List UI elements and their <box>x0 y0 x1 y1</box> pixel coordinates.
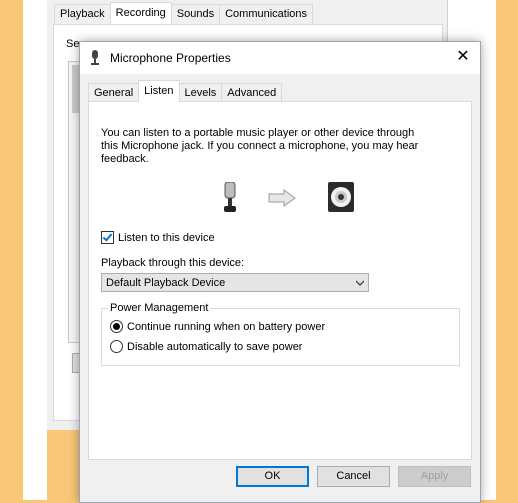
dialog-tab-strip: General Listen Levels Advanced <box>88 80 283 102</box>
radio-disable-label: Disable automatically to save power <box>127 340 303 353</box>
dialog-title: Microphone Properties <box>110 51 231 65</box>
listen-checkbox[interactable] <box>101 231 114 244</box>
radio-continue-label: Continue running when on battery power <box>127 320 326 333</box>
cancel-button[interactable]: Cancel <box>317 466 390 487</box>
title-bar[interactable]: Microphone Properties ✕ <box>80 42 480 74</box>
description-line-3: feedback. <box>101 153 149 165</box>
playback-device-value: Default Playback Device <box>106 277 226 289</box>
radio-disable-row[interactable]: Disable automatically to save power <box>110 340 302 353</box>
speaker-icon <box>328 182 354 212</box>
arrow-right-icon <box>268 189 296 207</box>
microphone-icon <box>224 182 236 212</box>
tab-sounds[interactable]: Sounds <box>170 4 221 24</box>
tab-communications[interactable]: Communications <box>219 4 314 24</box>
tab-listen[interactable]: Listen <box>138 80 180 102</box>
listen-checkbox-label: Listen to this device <box>118 231 215 244</box>
listen-description: You can listen to a portable music playe… <box>101 127 451 166</box>
radio-continue-running[interactable] <box>110 320 123 333</box>
left-white-stripe <box>23 0 47 500</box>
tab-general[interactable]: General <box>88 83 140 102</box>
microphone-icon <box>91 50 99 65</box>
radio-disable-automatically[interactable] <box>110 340 123 353</box>
listen-checkbox-row[interactable]: Listen to this device <box>101 231 215 244</box>
chevron-down-icon <box>356 280 364 286</box>
microphone-properties-dialog: Microphone Properties ✕ General Listen L… <box>79 41 481 503</box>
description-line-2: this Microphone jack. If you connect a m… <box>101 140 419 152</box>
listen-panel: You can listen to a portable music playe… <box>88 101 472 460</box>
tab-advanced[interactable]: Advanced <box>221 83 283 102</box>
radio-continue-row[interactable]: Continue running when on battery power <box>110 320 325 333</box>
tab-playback[interactable]: Playback <box>54 4 111 24</box>
playback-label: Playback through this device: <box>101 257 245 269</box>
power-management-group: Power Management Continue running when o… <box>101 302 460 366</box>
tab-levels[interactable]: Levels <box>178 83 223 102</box>
description-line-1: You can listen to a portable music playe… <box>101 127 415 139</box>
tab-recording[interactable]: Recording <box>109 2 172 24</box>
apply-button[interactable]: Apply <box>398 466 471 487</box>
power-group-title: Power Management <box>108 302 211 314</box>
playback-device-select[interactable]: Default Playback Device <box>101 273 369 292</box>
sound-tab-strip: Playback Recording Sounds Communications <box>54 2 314 24</box>
close-button[interactable]: ✕ <box>446 42 480 74</box>
ok-button[interactable]: OK <box>236 466 309 487</box>
